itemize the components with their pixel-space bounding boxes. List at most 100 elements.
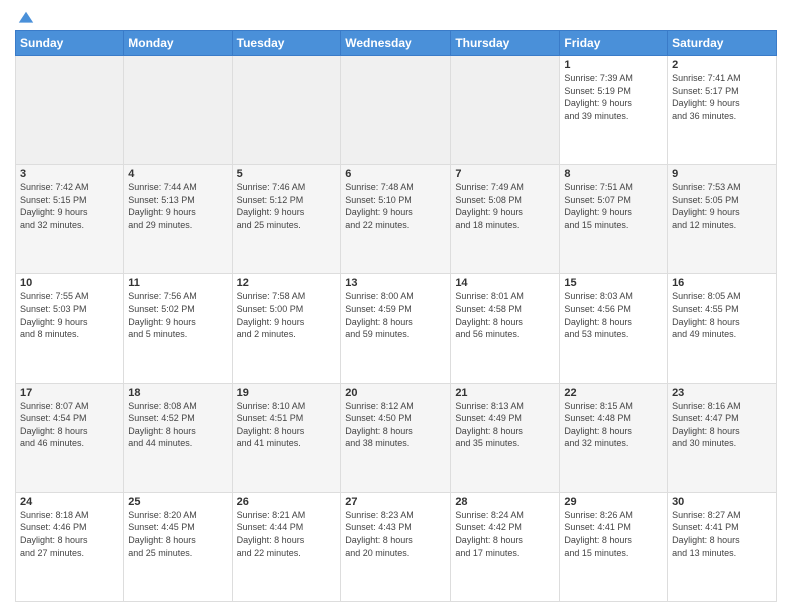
calendar-table: SundayMondayTuesdayWednesdayThursdayFrid… <box>15 30 777 602</box>
day-cell: 23Sunrise: 8:16 AM Sunset: 4:47 PM Dayli… <box>668 383 777 492</box>
day-number: 6 <box>345 168 446 180</box>
day-number: 22 <box>564 387 663 399</box>
day-number: 24 <box>20 496 119 508</box>
day-number: 5 <box>237 168 337 180</box>
day-cell <box>341 56 451 165</box>
day-number: 8 <box>564 168 663 180</box>
col-header-monday: Monday <box>124 31 232 56</box>
day-info: Sunrise: 7:46 AM Sunset: 5:12 PM Dayligh… <box>237 181 337 231</box>
col-header-sunday: Sunday <box>16 31 124 56</box>
week-row-4: 17Sunrise: 8:07 AM Sunset: 4:54 PM Dayli… <box>16 383 777 492</box>
day-cell: 27Sunrise: 8:23 AM Sunset: 4:43 PM Dayli… <box>341 492 451 601</box>
day-info: Sunrise: 8:20 AM Sunset: 4:45 PM Dayligh… <box>128 509 227 559</box>
day-info: Sunrise: 8:07 AM Sunset: 4:54 PM Dayligh… <box>20 400 119 450</box>
day-cell: 21Sunrise: 8:13 AM Sunset: 4:49 PM Dayli… <box>451 383 560 492</box>
day-cell <box>451 56 560 165</box>
day-number: 11 <box>128 277 227 289</box>
day-info: Sunrise: 8:16 AM Sunset: 4:47 PM Dayligh… <box>672 400 772 450</box>
day-info: Sunrise: 7:41 AM Sunset: 5:17 PM Dayligh… <box>672 72 772 122</box>
day-cell: 30Sunrise: 8:27 AM Sunset: 4:41 PM Dayli… <box>668 492 777 601</box>
week-row-2: 3Sunrise: 7:42 AM Sunset: 5:15 PM Daylig… <box>16 165 777 274</box>
day-number: 13 <box>345 277 446 289</box>
day-cell: 3Sunrise: 7:42 AM Sunset: 5:15 PM Daylig… <box>16 165 124 274</box>
day-number: 30 <box>672 496 772 508</box>
day-cell: 15Sunrise: 8:03 AM Sunset: 4:56 PM Dayli… <box>560 274 668 383</box>
day-info: Sunrise: 8:26 AM Sunset: 4:41 PM Dayligh… <box>564 509 663 559</box>
day-number: 25 <box>128 496 227 508</box>
day-number: 12 <box>237 277 337 289</box>
day-info: Sunrise: 8:01 AM Sunset: 4:58 PM Dayligh… <box>455 290 555 340</box>
day-number: 14 <box>455 277 555 289</box>
calendar-page: SundayMondayTuesdayWednesdayThursdayFrid… <box>0 0 792 612</box>
day-cell: 11Sunrise: 7:56 AM Sunset: 5:02 PM Dayli… <box>124 274 232 383</box>
col-header-tuesday: Tuesday <box>232 31 341 56</box>
day-info: Sunrise: 7:58 AM Sunset: 5:00 PM Dayligh… <box>237 290 337 340</box>
col-header-wednesday: Wednesday <box>341 31 451 56</box>
day-cell: 13Sunrise: 8:00 AM Sunset: 4:59 PM Dayli… <box>341 274 451 383</box>
day-number: 28 <box>455 496 555 508</box>
day-cell <box>16 56 124 165</box>
day-info: Sunrise: 8:24 AM Sunset: 4:42 PM Dayligh… <box>455 509 555 559</box>
header <box>15 10 777 24</box>
day-cell: 14Sunrise: 8:01 AM Sunset: 4:58 PM Dayli… <box>451 274 560 383</box>
day-number: 9 <box>672 168 772 180</box>
day-number: 10 <box>20 277 119 289</box>
day-cell: 29Sunrise: 8:26 AM Sunset: 4:41 PM Dayli… <box>560 492 668 601</box>
day-cell: 19Sunrise: 8:10 AM Sunset: 4:51 PM Dayli… <box>232 383 341 492</box>
day-info: Sunrise: 8:12 AM Sunset: 4:50 PM Dayligh… <box>345 400 446 450</box>
day-cell: 16Sunrise: 8:05 AM Sunset: 4:55 PM Dayli… <box>668 274 777 383</box>
col-header-saturday: Saturday <box>668 31 777 56</box>
day-cell <box>124 56 232 165</box>
day-info: Sunrise: 8:10 AM Sunset: 4:51 PM Dayligh… <box>237 400 337 450</box>
day-cell: 1Sunrise: 7:39 AM Sunset: 5:19 PM Daylig… <box>560 56 668 165</box>
day-cell <box>232 56 341 165</box>
day-info: Sunrise: 7:48 AM Sunset: 5:10 PM Dayligh… <box>345 181 446 231</box>
col-header-friday: Friday <box>560 31 668 56</box>
day-number: 27 <box>345 496 446 508</box>
day-cell: 28Sunrise: 8:24 AM Sunset: 4:42 PM Dayli… <box>451 492 560 601</box>
day-number: 7 <box>455 168 555 180</box>
day-info: Sunrise: 8:13 AM Sunset: 4:49 PM Dayligh… <box>455 400 555 450</box>
day-cell: 20Sunrise: 8:12 AM Sunset: 4:50 PM Dayli… <box>341 383 451 492</box>
logo-icon <box>17 10 35 28</box>
day-number: 26 <box>237 496 337 508</box>
day-number: 16 <box>672 277 772 289</box>
day-info: Sunrise: 8:05 AM Sunset: 4:55 PM Dayligh… <box>672 290 772 340</box>
day-cell: 26Sunrise: 8:21 AM Sunset: 4:44 PM Dayli… <box>232 492 341 601</box>
day-number: 17 <box>20 387 119 399</box>
day-cell: 18Sunrise: 8:08 AM Sunset: 4:52 PM Dayli… <box>124 383 232 492</box>
day-cell: 4Sunrise: 7:44 AM Sunset: 5:13 PM Daylig… <box>124 165 232 274</box>
day-info: Sunrise: 8:18 AM Sunset: 4:46 PM Dayligh… <box>20 509 119 559</box>
day-info: Sunrise: 8:27 AM Sunset: 4:41 PM Dayligh… <box>672 509 772 559</box>
day-info: Sunrise: 8:00 AM Sunset: 4:59 PM Dayligh… <box>345 290 446 340</box>
header-row: SundayMondayTuesdayWednesdayThursdayFrid… <box>16 31 777 56</box>
day-cell: 25Sunrise: 8:20 AM Sunset: 4:45 PM Dayli… <box>124 492 232 601</box>
day-info: Sunrise: 7:42 AM Sunset: 5:15 PM Dayligh… <box>20 181 119 231</box>
day-cell: 5Sunrise: 7:46 AM Sunset: 5:12 PM Daylig… <box>232 165 341 274</box>
col-header-thursday: Thursday <box>451 31 560 56</box>
week-row-1: 1Sunrise: 7:39 AM Sunset: 5:19 PM Daylig… <box>16 56 777 165</box>
day-cell: 8Sunrise: 7:51 AM Sunset: 5:07 PM Daylig… <box>560 165 668 274</box>
day-cell: 9Sunrise: 7:53 AM Sunset: 5:05 PM Daylig… <box>668 165 777 274</box>
day-number: 2 <box>672 59 772 71</box>
week-row-5: 24Sunrise: 8:18 AM Sunset: 4:46 PM Dayli… <box>16 492 777 601</box>
day-info: Sunrise: 7:53 AM Sunset: 5:05 PM Dayligh… <box>672 181 772 231</box>
day-cell: 10Sunrise: 7:55 AM Sunset: 5:03 PM Dayli… <box>16 274 124 383</box>
day-number: 23 <box>672 387 772 399</box>
day-info: Sunrise: 7:56 AM Sunset: 5:02 PM Dayligh… <box>128 290 227 340</box>
week-row-3: 10Sunrise: 7:55 AM Sunset: 5:03 PM Dayli… <box>16 274 777 383</box>
day-info: Sunrise: 7:39 AM Sunset: 5:19 PM Dayligh… <box>564 72 663 122</box>
day-info: Sunrise: 8:08 AM Sunset: 4:52 PM Dayligh… <box>128 400 227 450</box>
day-info: Sunrise: 8:15 AM Sunset: 4:48 PM Dayligh… <box>564 400 663 450</box>
logo <box>15 10 35 24</box>
day-info: Sunrise: 8:21 AM Sunset: 4:44 PM Dayligh… <box>237 509 337 559</box>
day-cell: 12Sunrise: 7:58 AM Sunset: 5:00 PM Dayli… <box>232 274 341 383</box>
day-number: 19 <box>237 387 337 399</box>
day-info: Sunrise: 8:03 AM Sunset: 4:56 PM Dayligh… <box>564 290 663 340</box>
day-cell: 7Sunrise: 7:49 AM Sunset: 5:08 PM Daylig… <box>451 165 560 274</box>
day-cell: 24Sunrise: 8:18 AM Sunset: 4:46 PM Dayli… <box>16 492 124 601</box>
day-number: 21 <box>455 387 555 399</box>
day-cell: 2Sunrise: 7:41 AM Sunset: 5:17 PM Daylig… <box>668 56 777 165</box>
day-info: Sunrise: 7:51 AM Sunset: 5:07 PM Dayligh… <box>564 181 663 231</box>
day-info: Sunrise: 7:44 AM Sunset: 5:13 PM Dayligh… <box>128 181 227 231</box>
